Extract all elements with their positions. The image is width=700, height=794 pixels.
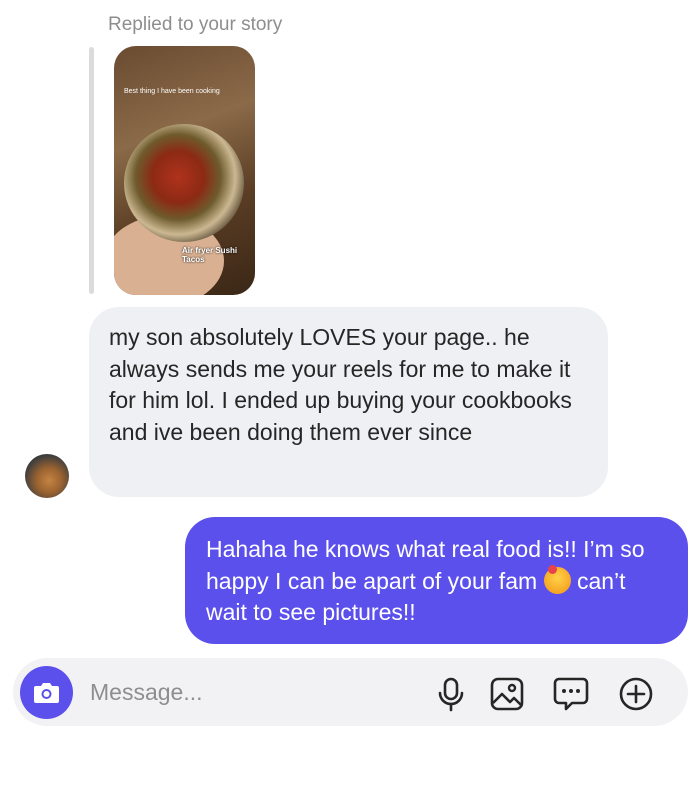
reply-quote-bar [89, 47, 94, 294]
add-plus-icon[interactable] [618, 676, 654, 712]
incoming-message-bubble[interactable]: my son absolutely LOVES your page.. he a… [89, 307, 608, 497]
story-caption-top: Best thing I have been cooking [124, 88, 220, 95]
microphone-icon[interactable] [433, 676, 469, 712]
camera-icon [34, 683, 59, 703]
sticker-message-icon[interactable] [553, 676, 589, 712]
story-reply-label: Replied to your story [108, 14, 283, 35]
smiling-face-with-hearts-emoji-icon [543, 564, 571, 594]
gallery-icon[interactable] [489, 676, 525, 712]
story-food-image [124, 124, 244, 242]
story-thumbnail[interactable]: Best thing I have been cooking Air fryer… [114, 46, 255, 295]
story-caption-bottom: Air fryer Sushi Tacos [182, 246, 238, 264]
camera-button[interactable] [20, 666, 73, 719]
incoming-message-text: my son absolutely LOVES your page.. he a… [109, 324, 572, 445]
message-composer [13, 658, 688, 726]
sender-avatar[interactable] [25, 454, 69, 498]
outgoing-message-bubble[interactable]: Hahaha he knows what real food is!! I’m … [185, 517, 688, 644]
message-input[interactable] [90, 676, 390, 708]
